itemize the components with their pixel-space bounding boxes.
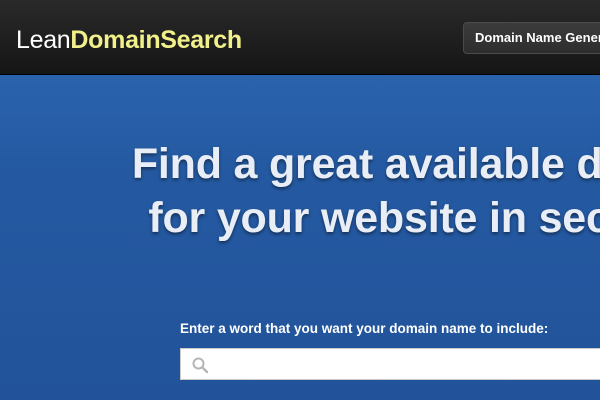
headline-line-2: for your website in seconds [148,194,600,242]
page: LeanDomainSearch Domain Name Generator F… [0,0,600,400]
hero-section: Find a great available domain for your w… [0,75,600,400]
search-input[interactable] [217,349,600,379]
hero-headline: Find a great available domain for your w… [0,137,600,245]
logo-domainsearch-text: DomainSearch [70,26,242,54]
domain-name-generator-button[interactable]: Domain Name Generator [463,22,600,54]
headline-line-1: Find a great available domain [131,140,600,188]
search-icon [192,357,209,374]
search-label: Enter a word that you want your domain n… [180,321,549,336]
search-box[interactable] [180,348,600,380]
site-logo[interactable]: LeanDomainSearch [16,25,242,55]
logo-lean-text: Lean [16,26,71,54]
site-header: LeanDomainSearch Domain Name Generator [0,0,600,75]
